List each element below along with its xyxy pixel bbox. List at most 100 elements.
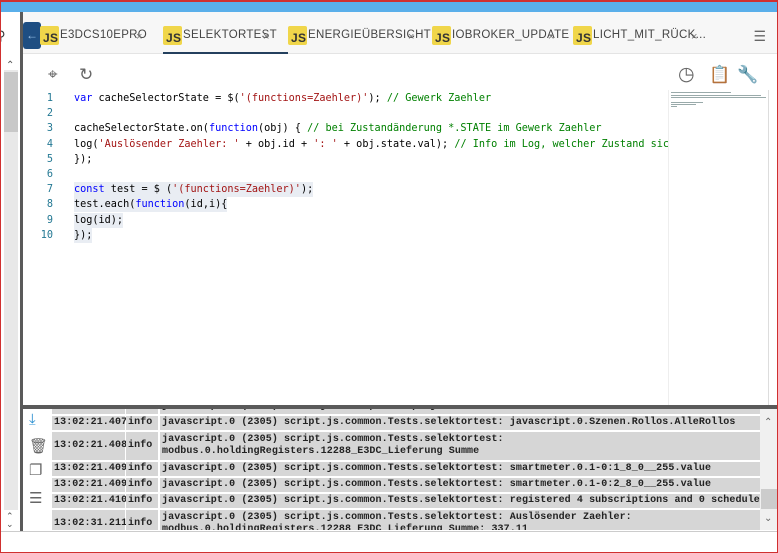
js-file-icon: JS [573,26,592,45]
code-editor[interactable]: 1 var cacheSelectorState = $('(functions=… [23,90,675,405]
code-line[interactable]: 3 cacheSelectorState.on(function(obj) { /… [23,121,668,136]
log-time: 13:02:21.410 [52,494,127,508]
code-line[interactable]: 6 [23,167,668,182]
clock-icon[interactable]: ◷ [678,65,695,84]
code-line[interactable]: 7 const test = $ ('(functions=Zaehler)'); [23,182,668,198]
line-number: 4 [46,138,53,150]
download-icon[interactable]: ⤓ [29,411,36,428]
log-level: info [126,416,158,430]
code-line[interactable]: 8 test.each(function(id,i){ [23,197,668,213]
close-icon[interactable]: × [136,31,143,43]
arrow-left-icon[interactable]: ← [23,22,41,49]
list-view-icon[interactable]: ☰ [29,489,42,507]
code-text: }); [74,227,93,243]
log-message: javascript.0 (2305) script.js.common.Tes… [160,510,760,530]
tab-5[interactable]: JS LICHT_MIT_RÜCK... × [573,26,707,50]
expand-collapse-icon[interactable]: ⌃ ⌄ [6,512,14,529]
left-scrollbar[interactable] [4,70,18,510]
left-scrollbar-thumb[interactable] [4,72,18,132]
line-number: 9 [46,214,53,226]
minimap[interactable] [668,90,768,405]
tab-bar: ← JS E3DCS10EPRO × JS SELEKTORTEST × JS ENERGIE… [23,12,778,54]
copy-icon[interactable]: ❐ [29,461,42,479]
editor-scrollbar[interactable] [768,90,778,405]
log-row: 13:02:21.409 info javascript.0 (2305) scri… [52,478,760,493]
log-time: 13:02:21.407 [52,416,127,430]
log-time: 13:02:31.211 [52,510,127,530]
log-time: 13:02:21.385 [52,409,127,414]
code-text: log(id); [74,212,124,228]
log-row: 13:02:21.410 info javascript.0 (2305) scri… [52,494,760,509]
log-table: 13:02:21.385infojavascript.0 (2305) Star… [52,409,760,530]
line-number: 5 [46,153,53,165]
log-row: 13:02:31.211 info javascript.0 (2305) scri… [52,510,760,530]
title-bar [0,2,778,12]
code-text: const test = $ ('(functions=Zaehler)'); [74,182,314,198]
log-time: 13:02:21.409 [52,462,127,476]
tab-1[interactable]: JS E3DCS10EPRO × [40,26,148,50]
wrench-icon[interactable]: 🔧 [737,66,758,83]
code-line[interactable]: 2 [23,106,668,121]
code-line[interactable]: 4 log('Auslösender Zaehler: ' + obj.id + … [23,137,675,152]
tab-label: LICHT_MIT_RÜCK... [593,29,707,41]
js-file-icon: JS [163,26,182,45]
log-scrollbar[interactable]: ⌃ ⌄ [760,409,778,530]
log-row: 13:02:21.409 info javascript.0 (2305) scri… [52,462,760,477]
reload-icon[interactable]: ↻ [79,66,93,83]
scroll-up-icon[interactable]: ⌃ [764,417,772,428]
line-number: 3 [46,123,53,135]
log-message: javascript.0 (2305) script.js.common.Tes… [160,462,760,476]
log-level: info [126,432,158,460]
close-icon[interactable]: × [263,31,270,43]
code-text: var cacheSelectorState = $('(functions=Z… [74,93,492,104]
line-number: 7 [46,184,53,196]
hamburger-icon[interactable]: ☰ [753,28,766,45]
log-time: 13:02:21.409 [52,478,127,492]
js-file-icon: JS [288,26,307,45]
line-number: 6 [46,169,53,180]
code-line[interactable]: 9 log(id); [23,212,668,228]
js-file-icon: JS [432,26,451,45]
editor-toolbar: ⌖ ↻ ◷ 📋 🔧 [23,54,778,90]
log-level: info [126,409,158,414]
crosshair-icon[interactable]: ⌖ [48,66,58,83]
status-bar [0,531,778,551]
clipboard-icon[interactable]: 📋 [709,66,730,83]
log-row: 13:02:21.385infojavascript.0 (2305) Star… [52,409,760,415]
line-number: 8 [46,199,53,211]
js-file-icon: JS [40,26,59,45]
code-line[interactable]: 10}); [23,227,668,243]
log-message: javascript.0 (2305) script.js.common.Tes… [160,478,760,492]
code-text: test.each(function(id,i){ [74,197,228,213]
line-number: 10 [40,229,53,241]
log-message: javascript.0 (2305) script.js.common.Tes… [160,494,760,508]
line-number: 2 [46,108,53,120]
code-text: cacheSelectorState.on(function(obj) { //… [74,123,602,135]
log-level: info [126,462,158,476]
close-icon[interactable]: × [548,31,555,43]
tab-3[interactable]: JS ENERGIEÜBERSICHT × [288,26,431,50]
log-level: info [126,478,158,492]
code-text: log('Auslösender Zaehler: ' + obj.id + '… [74,138,676,150]
code-line[interactable]: 1 var cacheSelectorState = $('(functions=… [23,91,668,106]
log-message: javascript.0 (2305) Start javascript scr… [160,409,760,414]
close-icon[interactable]: × [691,31,698,43]
close-icon[interactable]: × [408,31,415,43]
log-message: javascript.0 (2305) script.js.common.Tes… [160,416,760,430]
tab-label: E3DCS10EPRO [60,29,148,41]
log-level: info [126,494,158,508]
log-time: 13:02:21.408 [52,432,127,460]
trash-icon[interactable]: 🗑 [29,437,48,455]
log-message: javascript.0 (2305) script.js.common.Tes… [160,432,760,460]
log-toolbar: ⤓ 🗑 ❐ ☰ [23,409,52,530]
code-line[interactable]: 5}); [23,152,668,167]
tab-4[interactable]: JS IOBROKER_UPDATE × [432,26,569,50]
log-scrollbar-thumb[interactable] [761,489,777,509]
scroll-down-icon[interactable]: ⌄ [764,513,772,524]
search-icon[interactable]: ⚲ [0,28,6,44]
log-row: 13:02:21.407 info javascript.0 (2305) scri… [52,416,760,431]
log-row: 13:02:21.408 info javascript.0 (2305) scri… [52,432,760,461]
line-number: 1 [46,93,53,104]
code-text: }); [74,153,93,165]
tab-2[interactable]: JS SELEKTORTEST × [163,26,288,54]
